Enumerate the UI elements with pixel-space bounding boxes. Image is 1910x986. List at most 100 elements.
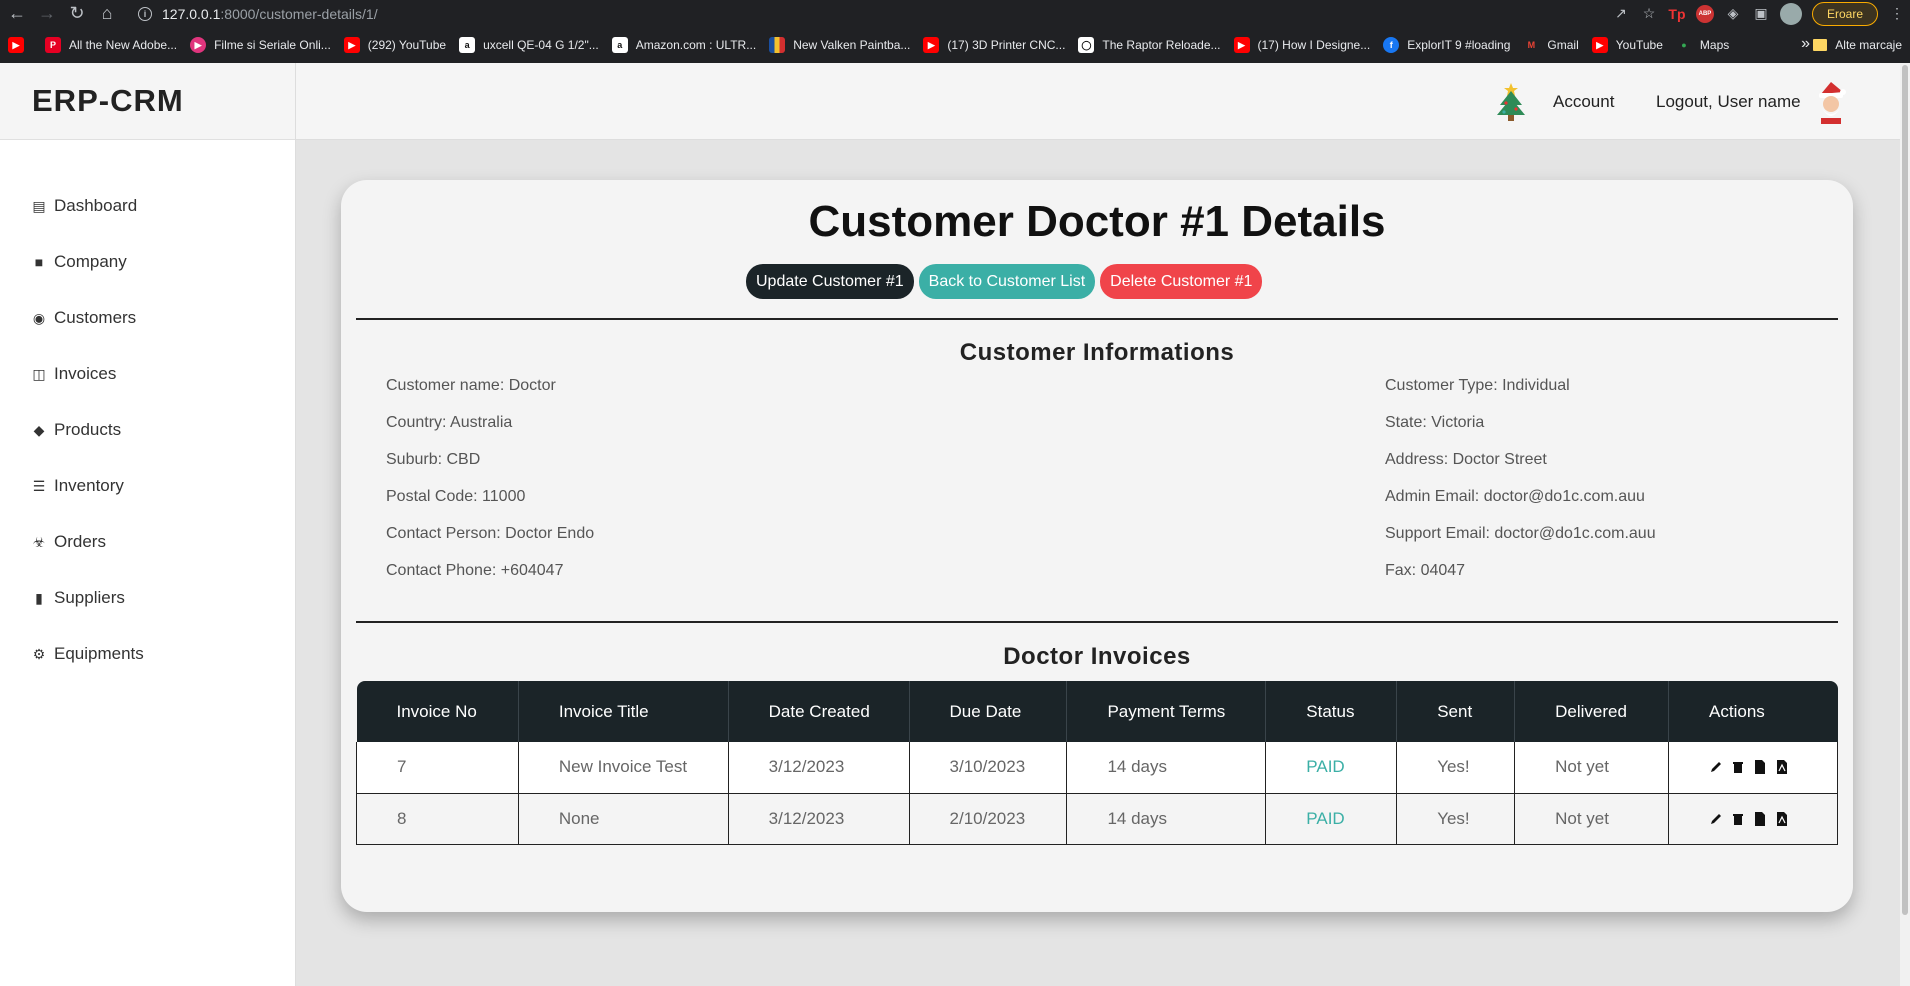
adblock-icon[interactable]: ABP xyxy=(1695,4,1714,23)
table-cell: 7 xyxy=(356,742,519,794)
sidebar-item-equipments[interactable]: ⚙ Equipments xyxy=(0,626,295,682)
star-icon[interactable]: ☆ xyxy=(1640,5,1658,23)
column-header: Date Created xyxy=(728,681,910,742)
sidebar-item-label: Invoices xyxy=(54,364,117,383)
amazon-icon: a xyxy=(459,37,476,53)
delete-customer-button[interactable]: Delete Customer #1 xyxy=(1100,264,1263,299)
account-link[interactable]: Account xyxy=(1553,92,1614,112)
share-icon[interactable]: ↗ xyxy=(1612,5,1630,23)
server-icon: ☰ xyxy=(32,477,46,494)
site-info-icon[interactable]: i xyxy=(138,6,152,21)
bookmark-item[interactable]: f ExplorIT 9 #loading xyxy=(1383,37,1510,53)
bookmark-item[interactable]: ▶ (17) 3D Printer CNC... xyxy=(923,37,1065,53)
bookmark-item[interactable]: New Valken Paintba... xyxy=(769,37,910,53)
bookmark-item[interactable]: ▶ (17) How I Designe... xyxy=(1233,37,1370,53)
pdf-file-icon[interactable] xyxy=(1775,759,1789,775)
sidebar-item-label: Products xyxy=(54,420,122,439)
action-buttons: Update Customer #1 Back to Customer List… xyxy=(746,264,1263,299)
chart-icon: ▤ xyxy=(32,197,46,214)
sidebar-item-company[interactable]: ■ Company xyxy=(0,234,295,290)
sidebar-item-label: Customers xyxy=(54,308,137,327)
folder-icon xyxy=(1813,39,1828,51)
bookmark-item[interactable]: ▶ (292) YouTube xyxy=(343,37,446,53)
sidebar-item-suppliers[interactable]: ▮ Suppliers xyxy=(0,570,295,626)
column-header: Status xyxy=(1265,681,1398,742)
gmail-icon: M xyxy=(1527,40,1536,50)
truck-icon: ▮ xyxy=(35,589,43,606)
sidebar-item-label: Inventory xyxy=(54,476,124,495)
table-cell: Yes! xyxy=(1396,793,1516,845)
bookmark-item[interactable]: ▶ Filme si Seriale Onli... xyxy=(190,37,331,53)
sidebar-item-label: Orders xyxy=(54,532,106,551)
bookmark-item[interactable]: a Amazon.com : ULTR... xyxy=(611,37,756,53)
bookmark-label: New Valken Paintba... xyxy=(793,38,911,52)
other-bookmarks[interactable]: Alte marcaje xyxy=(1813,27,1902,63)
table-cell: New Invoice Test xyxy=(518,742,729,794)
info-row: Admin Email: doctor@do1c.com.auu xyxy=(1385,488,1645,505)
home-icon[interactable]: ⌂ xyxy=(94,1,120,27)
info-right-column: Customer Type: Individual State: Victoria… xyxy=(1385,377,1656,599)
table-row: 7 New Invoice Test 3/12/2023 3/10/2023 14 da… xyxy=(356,742,1838,794)
bookmark-item[interactable]: ▶ xyxy=(8,37,32,53)
profile-avatar[interactable] xyxy=(1779,2,1802,25)
facebook-icon: f xyxy=(1383,37,1400,53)
sidebar-item-dashboard[interactable]: ▤ Dashboard xyxy=(0,178,295,234)
sidebar-item-inventory[interactable]: ☰ Inventory xyxy=(0,458,295,514)
table-cell: Not yet xyxy=(1514,742,1670,794)
bookmark-item[interactable]: P All the New Adobe... xyxy=(45,37,177,53)
edit-pencil-icon[interactable] xyxy=(1709,811,1723,827)
bars-icon xyxy=(769,37,786,53)
youtube-icon: ▶ xyxy=(923,37,940,53)
amazon-icon: a xyxy=(611,37,628,53)
extension-tp-icon[interactable]: Tp xyxy=(1668,5,1686,23)
bookmark-item[interactable]: ◯ The Raptor Reloade... xyxy=(1078,37,1221,53)
update-customer-button[interactable]: Update Customer #1 xyxy=(746,264,914,299)
page-scrollbar[interactable] xyxy=(1900,63,1910,986)
url-path: :8000/customer-details/1/ xyxy=(220,5,378,22)
bookmark-item[interactable]: ● Maps xyxy=(1676,37,1729,53)
sidebar-item-invoices[interactable]: ◫ Invoices xyxy=(0,346,295,402)
bookmarks-overflow-icon[interactable]: » xyxy=(1801,35,1810,53)
puzzle-icon[interactable]: ◈ xyxy=(1724,5,1742,23)
forward-arrow-icon[interactable]: → xyxy=(34,1,60,27)
document-icon[interactable] xyxy=(1753,811,1767,827)
sidebar-item-customers[interactable]: ◉ Customers xyxy=(0,290,295,346)
edit-pencil-icon[interactable] xyxy=(1709,759,1723,775)
sidebar: ERP-CRM ▤ Dashboard ■ Company ◉ Customers ◫ Inv… xyxy=(0,63,296,986)
logout-link[interactable]: Logout, User name xyxy=(1656,92,1801,112)
bookmark-label: Maps xyxy=(1699,38,1730,52)
trash-icon[interactable] xyxy=(1731,811,1745,827)
info-row: Customer Type: Individual xyxy=(1385,377,1570,394)
error-button[interactable]: Eroare xyxy=(1811,1,1878,26)
customer-info-heading: Customer Informations xyxy=(959,339,1235,366)
bookmark-label: (17) 3D Printer CNC... xyxy=(947,38,1066,52)
brand-logo[interactable]: ERP-CRM xyxy=(0,63,295,140)
address-bar[interactable]: i 127.0.0.1:8000/customer-details/1/ xyxy=(138,2,1658,25)
menu-kebab-icon[interactable]: ⋮ xyxy=(1888,5,1906,23)
bookmarks-bar: ▶ P All the New Adobe... ▶ Filme si Seriale … xyxy=(0,27,1910,63)
sidebar-item-orders[interactable]: ☣ Orders xyxy=(0,514,295,570)
trash-icon[interactable] xyxy=(1731,759,1745,775)
sidebar-item-label: Suppliers xyxy=(54,588,125,607)
table-header-row: Invoice No Invoice Title Date Created Due D… xyxy=(356,681,1838,742)
back-arrow-icon[interactable]: ← xyxy=(4,1,30,27)
page-title: Customer Doctor #1 Details xyxy=(808,197,1386,246)
bookmark-item[interactable]: M Gmail xyxy=(1523,37,1579,53)
back-to-list-button[interactable]: Back to Customer List xyxy=(918,264,1096,299)
table-cell: 2/10/2023 xyxy=(909,793,1068,845)
scrollbar-thumb[interactable] xyxy=(1902,65,1908,915)
column-header: Sent xyxy=(1396,681,1516,742)
document-icon[interactable] xyxy=(1753,759,1767,775)
row-actions xyxy=(1709,759,1837,775)
sidebar-item-label: Equipments xyxy=(54,644,144,663)
santa-avatar-icon xyxy=(1819,82,1846,124)
sidepanel-icon[interactable]: ▣ xyxy=(1752,5,1770,23)
reload-icon[interactable]: ↻ xyxy=(64,1,90,27)
bookmark-item[interactable]: a uxcell QE-04 G 1/2"... xyxy=(459,37,599,53)
bookmark-label: uxcell QE-04 G 1/2"... xyxy=(483,38,599,52)
sidebar-item-products[interactable]: ◆ Products xyxy=(0,402,295,458)
pdf-file-icon[interactable] xyxy=(1775,811,1789,827)
info-row: State: Victoria xyxy=(1385,414,1485,431)
column-header: Invoice No xyxy=(356,681,519,742)
bookmark-item[interactable]: ▶ YouTube xyxy=(1591,37,1663,53)
